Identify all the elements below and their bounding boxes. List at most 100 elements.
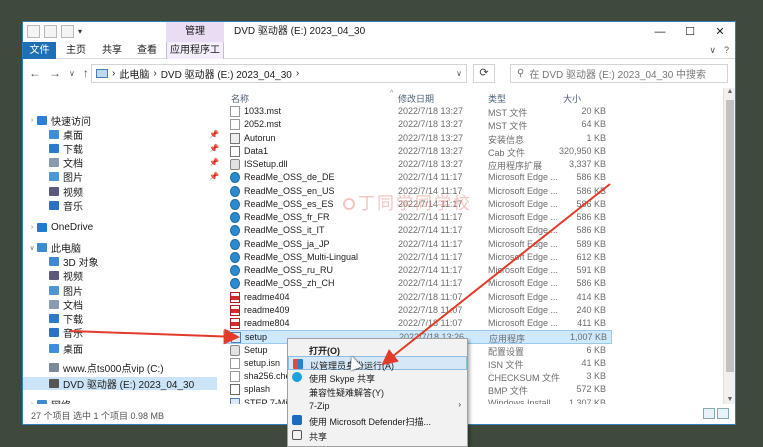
pdf-file-icon	[230, 291, 240, 303]
column-type[interactable]: 类型	[488, 92, 506, 105]
file-name: Autorun	[244, 132, 276, 143]
expand-ribbon-icon[interactable]: ∨	[709, 45, 716, 56]
up-icon[interactable]: ↑	[83, 66, 89, 80]
column-name[interactable]: 名称	[231, 92, 249, 105]
navigation-pane: › 快速访问 桌面 📌 下载 📌 文档 📌 图片 📌 视频 音乐 › OneDrive ∨ 此电脑 3D 对象视…	[23, 88, 219, 412]
sidebar-item-2[interactable]: 下载 📌	[23, 142, 219, 156]
sidebar-item-3[interactable]: 文档 📌	[23, 156, 219, 170]
context-menu-item[interactable]: 以管理员身份运行(A)	[288, 356, 467, 371]
search-box[interactable]: ⚲ 在 DVD 驱动器 (E:) 2023_04_30 中搜索	[510, 64, 728, 83]
tab-share[interactable]: 共享	[95, 42, 129, 59]
maximize-button[interactable]: ☐	[675, 22, 705, 42]
sidebar-item-1[interactable]: 桌面 📌	[23, 128, 219, 142]
tab-view[interactable]: 查看	[130, 42, 164, 59]
sidebar-item-6[interactable]: 音乐	[23, 199, 217, 213]
help-icon[interactable]: ?	[724, 45, 729, 56]
sidebar-item-7[interactable]: › OneDrive	[23, 221, 217, 234]
gear-file-icon	[230, 159, 240, 170]
skype-icon	[292, 372, 302, 382]
file-row[interactable]: ReadMe_OSS_ru_RU 2022/7/14 11:17 Microsoft…	[223, 264, 612, 277]
status-text: 27 个项目 选中 1 个项目 0.98 MB	[31, 411, 165, 421]
customize-chevron-icon[interactable]: ▾	[78, 25, 86, 38]
sidebar-item-label: 快速访问	[51, 117, 91, 128]
file-row[interactable]: ISSetup.dll 2022/7/18 13:27 应用程序扩展 3,337 KB	[223, 158, 612, 171]
star-icon	[37, 116, 47, 125]
sidebar-item-15[interactable]: 桌面	[23, 342, 217, 356]
refresh-button[interactable]: ⟳	[473, 64, 495, 83]
this-pc-icon	[96, 69, 108, 78]
file-row[interactable]: ReadMe_OSS_zh_CH 2022/7/14 11:17 Microsoft…	[223, 277, 612, 290]
context-menu-item[interactable]: 7-Zip ›	[288, 399, 467, 413]
file-name: ISSetup.dll	[244, 159, 288, 169]
file-type: 配置设置	[488, 346, 525, 357]
file-row[interactable]: readme404 2022/7/18 11:07 Microsoft Edge .…	[223, 291, 612, 304]
column-size[interactable]: 大小	[563, 92, 581, 105]
recent-locations-icon[interactable]: ∨	[69, 69, 75, 78]
file-name: 1033.mst	[244, 106, 282, 116]
sidebar-item-13[interactable]: 下载	[23, 312, 217, 326]
scroll-thumb[interactable]	[726, 100, 734, 372]
sidebar-item-9[interactable]: 3D 对象	[23, 255, 217, 269]
sidebar-item-10[interactable]: 视频	[23, 269, 217, 283]
file-type: 安装信息	[488, 134, 525, 145]
file-row[interactable]: readme804 2022/7/18 11:07 Microsoft Edge .…	[223, 317, 612, 330]
file-row[interactable]: ReadMe_OSS_Multi-Lingual 2022/7/14 11:17 M…	[223, 251, 612, 264]
sidebar-item-label: 桌面	[63, 345, 83, 356]
context-menu-item[interactable]: 兼容性疑难解答(Y)	[288, 384, 467, 398]
minimize-button[interactable]: —	[645, 22, 675, 42]
close-button[interactable]: ✕	[705, 22, 735, 42]
properties-icon[interactable]	[44, 25, 57, 38]
file-date: 2022/7/18 11:07	[398, 291, 463, 302]
file-row[interactable]: 2052.mst 2022/7/18 13:27 MST 文件 64 KB	[223, 118, 612, 131]
file-row[interactable]: 1033.mst 2022/7/18 13:27 MST 文件 20 KB	[223, 105, 612, 118]
large-icons-view-icon[interactable]	[717, 408, 729, 419]
file-row[interactable]: ReadMe_OSS_de_DE 2022/7/14 11:17 Microsoft…	[223, 171, 612, 184]
expand-chevron-icon[interactable]: ∨	[27, 244, 37, 252]
edge-file-icon	[230, 251, 240, 263]
sidebar-item-4[interactable]: 图片 📌	[23, 170, 219, 184]
sidebar-item-5[interactable]: 视频	[23, 185, 217, 199]
expand-chevron-icon[interactable]: ›	[27, 224, 37, 231]
sidebar-item-17[interactable]: DVD 驱动器 (E:) 2023_04_30	[23, 377, 217, 391]
context-menu-item[interactable]: 使用 Skype 共享	[288, 370, 467, 384]
file-type: MST 文件	[488, 121, 528, 132]
file-row[interactable]: readme409 2022/7/18 11:07 Microsoft Edge .…	[223, 304, 612, 317]
file-size: 1 KB	[586, 132, 606, 143]
tab-file[interactable]: 文件	[23, 42, 56, 59]
details-view-icon[interactable]	[703, 408, 715, 419]
gear-file-icon	[230, 344, 240, 356]
tab-home[interactable]: 主页	[59, 42, 93, 59]
context-menu-item[interactable]: 使用 Microsoft Defender扫描...	[288, 413, 467, 427]
address-dropdown-icon[interactable]: ∨	[456, 69, 462, 78]
file-type: MST 文件	[488, 108, 528, 118]
breadcrumb-this-pc[interactable]: 此电脑	[119, 66, 149, 81]
sidebar-item-14[interactable]: 音乐	[23, 326, 217, 340]
file-row[interactable]: ReadMe_OSS_it_IT 2022/7/14 11:17 Microsoft…	[223, 224, 612, 237]
context-menu-item[interactable]: 共享	[288, 428, 467, 442]
vertical-scrollbar[interactable]: ▲ ▼	[723, 88, 735, 406]
breadcrumb-dvd-drive[interactable]: DVD 驱动器 (E:) 2023_04_30	[161, 66, 292, 81]
address-bar[interactable]: › 此电脑 › DVD 驱动器 (E:) 2023_04_30 › ∨	[91, 64, 467, 83]
sidebar-item-11[interactable]: 图片	[23, 284, 217, 298]
tab-app-tools[interactable]: 应用程序工具	[166, 42, 224, 73]
file-type: ISN 文件	[488, 359, 524, 370]
file-row[interactable]: Data1 2022/7/18 13:27 Cab 文件 320,950 KB	[223, 145, 612, 158]
file-row[interactable]: Autorun 2022/7/18 13:27 安装信息 1 KB	[223, 132, 612, 145]
file-size: 41 KB	[581, 357, 606, 368]
file-type: BMP 文件	[488, 386, 528, 397]
file-row[interactable]: ReadMe_OSS_ja_JP 2022/7/14 11:17 Microsoft…	[223, 238, 612, 251]
forward-icon[interactable]: →	[49, 66, 61, 80]
new-folder-icon[interactable]	[61, 25, 74, 38]
file-date: 2022/7/14 11:17	[398, 265, 463, 275]
sidebar-item-16[interactable]: www.点ts000点vip (C:)	[23, 361, 217, 375]
file-date: 2022/7/18 13:27	[398, 119, 464, 130]
column-date[interactable]: 修改日期	[398, 92, 434, 105]
sidebar-item-0[interactable]: › 快速访问	[23, 114, 217, 128]
context-menu-item[interactable]: 打开(O)	[288, 342, 467, 356]
expand-chevron-icon[interactable]: ›	[27, 117, 37, 124]
scroll-up-icon[interactable]: ▲	[724, 88, 735, 98]
sidebar-item-12[interactable]: 文档	[23, 298, 217, 312]
sidebar-item-8[interactable]: ∨ 此电脑	[23, 241, 217, 255]
share-icon	[292, 430, 302, 440]
back-icon[interactable]: ←	[29, 66, 41, 80]
